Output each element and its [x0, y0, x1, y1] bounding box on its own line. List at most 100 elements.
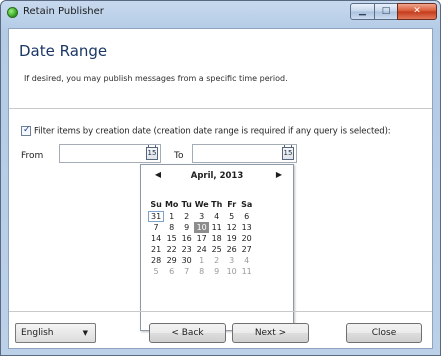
filter-checkbox[interactable]: ✓	[21, 125, 31, 136]
weekday-label: We	[194, 199, 209, 209]
calendar-month-title[interactable]: April, 2013	[141, 171, 293, 181]
calendar-day-label: 17	[196, 234, 207, 243]
weekday-header-row: Su Mo Tu We Th Fr Sa	[148, 197, 254, 211]
weekday-label: Su	[150, 199, 162, 209]
header-divider	[9, 108, 432, 109]
calendar-week-row: 5 6 7 8 9 10 11	[148, 266, 254, 277]
calendar-day-label: 7	[153, 223, 159, 232]
calendar-day-label: 26	[226, 245, 237, 254]
filter-by-date-option[interactable]: ✓ Filter items by creation date (creation…	[21, 125, 391, 137]
calendar-day[interactable]: 31	[148, 211, 165, 222]
calendar-day[interactable]: 8	[194, 266, 209, 277]
next-month-icon[interactable]: ▶	[274, 170, 284, 180]
calendar-day-label: 21	[151, 245, 162, 254]
calendar-dropdown: ◀ April, 2013 ▶ Su Mo Tu We Th Fr Sa 31 1 2 3 4 5 6 7…	[140, 164, 294, 331]
title-bar[interactable]: Retain Publisher ▁ □ ✕	[1, 1, 440, 25]
calendar-day-label: 9	[184, 223, 190, 232]
close-icon: ✕	[413, 6, 421, 16]
calendar-days: 31 1 2 3 4 5 6 7 8 9 10 11 12 13 14 15 16 17 18 19 20 21 22 23 2…	[148, 211, 254, 277]
language-select[interactable]: English ▼	[15, 323, 96, 343]
calendar-day[interactable]: 2	[209, 255, 224, 266]
calendar-grid: Su Mo Tu We Th Fr Sa 31 1 2 3 4 5 6 7 8 9 10 11 12 13 14 15 16…	[148, 197, 254, 277]
calendar-day[interactable]: 14	[148, 233, 164, 244]
calendar-day-label: 3	[199, 212, 205, 221]
calendar-week-row: 28 29 30 1 2 3 4	[148, 255, 254, 266]
calendar-day[interactable]: 9	[209, 266, 224, 277]
calendar-day-label: 28	[151, 256, 162, 265]
calendar-day[interactable]: 7	[179, 266, 194, 277]
calendar-day[interactable]: 30	[179, 255, 194, 266]
to-calendar-icon[interactable]: 15	[282, 145, 294, 160]
weekday-label: Fr	[227, 199, 237, 209]
calendar-day[interactable]: 29	[164, 255, 179, 266]
calendar-day[interactable]: 23	[179, 244, 194, 255]
calendar-day-label: 30	[181, 256, 192, 265]
calendar-day[interactable]: 10	[224, 266, 239, 277]
back-button[interactable]: < Back	[149, 323, 226, 343]
weekday-label: Mo	[164, 199, 179, 209]
checkmark-icon: ✓	[23, 125, 31, 135]
calendar-day-label: 15	[166, 234, 177, 243]
calendar-day-label: 11	[211, 223, 222, 232]
calendar-day[interactable]: 21	[148, 244, 164, 255]
calendar-day[interactable]: 25	[209, 244, 224, 255]
close-window-button[interactable]: ✕	[397, 3, 437, 20]
calendar-day-label: 5	[153, 267, 159, 276]
page-title: Date Range	[19, 42, 108, 60]
calendar-day[interactable]: 5	[148, 266, 164, 277]
calendar-day[interactable]: 24	[194, 244, 209, 255]
calendar-day[interactable]: 13	[239, 222, 254, 233]
calendar-day-label: 6	[244, 212, 250, 221]
calendar-day[interactable]: 10	[194, 222, 210, 233]
calendar-day[interactable]: 4	[239, 255, 254, 266]
calendar-day-label: 16	[181, 234, 192, 243]
calendar-day[interactable]: 28	[148, 255, 164, 266]
calendar-day[interactable]: 1	[164, 211, 179, 222]
calendar-day[interactable]: 1	[194, 255, 209, 266]
calendar-day[interactable]: 26	[224, 244, 239, 255]
calendar-day[interactable]: 18	[209, 233, 224, 244]
calendar-day-label: 23	[181, 245, 192, 254]
from-date-field[interactable]: 15	[59, 144, 161, 163]
chevron-down-icon: ▼	[82, 329, 88, 337]
from-calendar-icon[interactable]: 15	[146, 145, 158, 160]
calendar-day-label: 31	[148, 211, 165, 222]
calendar-day[interactable]: 11	[239, 266, 254, 277]
calendar-day-label: 20	[241, 234, 252, 243]
from-label: From	[21, 151, 44, 161]
to-label: To	[174, 151, 184, 161]
calendar-week-row: 31 1 2 3 4 5 6	[148, 211, 254, 222]
calendar-day[interactable]: 20	[239, 233, 254, 244]
calendar-day[interactable]: 15	[164, 233, 179, 244]
calendar-day[interactable]: 6	[164, 266, 179, 277]
calendar-day[interactable]: 12	[224, 222, 239, 233]
calendar-day-label: 22	[166, 245, 177, 254]
calendar-day[interactable]: 11	[209, 222, 224, 233]
minimize-button[interactable]: ▁	[350, 3, 375, 20]
calendar-day[interactable]: 3	[224, 255, 239, 266]
calendar-day-label: 9	[214, 267, 220, 276]
calendar-day[interactable]: 3	[194, 211, 209, 222]
calendar-day-label: 24	[196, 245, 207, 254]
calendar-day[interactable]: 2	[179, 211, 194, 222]
calendar-day-label: 29	[166, 256, 177, 265]
calendar-day[interactable]: 7	[148, 222, 164, 233]
calendar-day[interactable]: 4	[209, 211, 224, 222]
calendar-day-label: 8	[199, 267, 205, 276]
maximize-button[interactable]: □	[374, 3, 398, 20]
calendar-day[interactable]: 22	[164, 244, 179, 255]
calendar-day[interactable]: 5	[224, 211, 239, 222]
calendar-day-label: 10	[226, 267, 237, 276]
calendar-day[interactable]: 19	[224, 233, 239, 244]
calendar-day-label: 2	[214, 256, 220, 265]
calendar-day[interactable]: 27	[239, 244, 254, 255]
close-button[interactable]: Close	[346, 323, 422, 343]
to-date-field[interactable]: 15	[192, 144, 297, 163]
calendar-day[interactable]: 8	[164, 222, 179, 233]
calendar-day[interactable]: 6	[239, 211, 254, 222]
calendar-day[interactable]: 16	[179, 233, 194, 244]
calendar-day[interactable]: 9	[179, 222, 194, 233]
next-button[interactable]: Next >	[232, 323, 309, 343]
calendar-day[interactable]: 17	[194, 233, 209, 244]
calendar-week-row: 14 15 16 17 18 19 20	[148, 233, 254, 244]
